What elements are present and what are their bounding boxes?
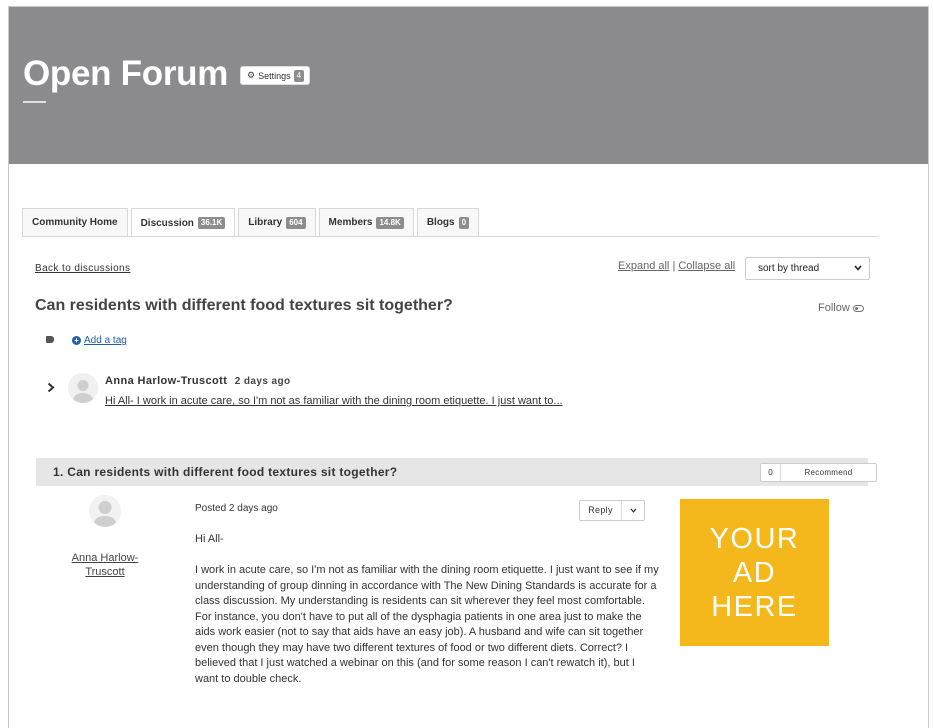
ad-text: YOUR AD HERE	[709, 522, 800, 623]
reply-time: 2 days ago	[234, 376, 291, 387]
avatar	[68, 373, 98, 403]
sort-select[interactable]: sort by thread	[745, 257, 870, 280]
reply-author-name: Anna Harlow-Truscott	[105, 375, 228, 387]
add-tag-link[interactable]: + Add a tag	[72, 335, 127, 346]
collapse-all-link[interactable]: Collapse all	[678, 260, 735, 272]
tab-count-badge: 14.8K	[376, 216, 404, 229]
thread-title: Can residents with different food textur…	[35, 297, 453, 314]
post-greeting: Hi All-	[195, 533, 224, 545]
tab-community-home[interactable]: Community Home	[22, 208, 128, 236]
recommend-button[interactable]: 0 Recommend	[760, 463, 877, 482]
post-header-bar: 1. Can residents with different food tex…	[36, 458, 877, 486]
avatar	[89, 495, 121, 527]
tab-library[interactable]: Library 604	[238, 208, 316, 236]
tab-label: Community Home	[32, 217, 118, 228]
follow-label: Follow	[818, 302, 850, 314]
post-title: 1. Can residents with different food tex…	[53, 465, 398, 479]
page-title: Open Forum	[23, 54, 229, 93]
tab-count-badge: 604	[286, 216, 306, 229]
chevron-down-icon[interactable]	[622, 506, 644, 515]
tab-count-badge: 0	[458, 216, 470, 229]
page-frame: Open Forum ⚙ Settings 4 Community Home D…	[8, 6, 929, 728]
sort-value: sort by thread	[758, 263, 820, 274]
recommend-label: Recommend	[804, 468, 853, 477]
settings-button[interactable]: ⚙ Settings 4	[240, 66, 311, 85]
plus-circle-icon: +	[72, 336, 81, 345]
tab-members[interactable]: Members 14.8K	[318, 208, 414, 236]
posted-time: Posted 2 days ago	[195, 503, 278, 514]
follow-toggle[interactable]: Follow	[818, 302, 864, 314]
reply-button[interactable]: Reply	[579, 500, 645, 521]
tab-label: Discussion	[140, 217, 194, 229]
community-tabs: Community Home Discussion 36.1K Library …	[22, 208, 480, 237]
reply-snippet-link[interactable]: Hi All- I work in acute care, so I'm not…	[105, 395, 563, 407]
reply-label: Reply	[580, 501, 622, 520]
link-separator: |	[672, 260, 676, 272]
tab-count-badge: 36.1K	[197, 217, 226, 229]
tab-label: Members	[328, 217, 373, 228]
back-to-discussions-link[interactable]: Back to discussions	[35, 263, 130, 274]
tag-icon	[46, 336, 54, 343]
recommend-count: 0	[761, 464, 781, 481]
expand-all-link[interactable]: Expand all	[618, 260, 669, 272]
chevron-right-icon[interactable]	[47, 381, 55, 396]
title-underline	[23, 101, 46, 103]
chevron-down-icon	[854, 263, 862, 274]
ad-banner[interactable]: YOUR AD HERE	[680, 499, 829, 646]
header-banner: Open Forum ⚙ Settings 4	[9, 7, 928, 164]
settings-label: Settings	[258, 70, 291, 81]
tab-label: Blogs	[426, 217, 455, 228]
post-author-link[interactable]: Anna Harlow-Truscott	[65, 551, 145, 579]
tabs-divider	[22, 236, 879, 237]
tab-discussion[interactable]: Discussion 36.1K	[130, 208, 236, 237]
settings-count-badge: 4	[293, 69, 305, 82]
toggle-icon	[852, 304, 864, 312]
expand-collapse-controls: Expand all | Collapse all	[618, 260, 735, 272]
reply-author: Anna Harlow-Truscott 2 days ago	[105, 375, 290, 387]
add-tag-label: Add a tag	[84, 335, 127, 346]
tab-blogs[interactable]: Blogs 0	[416, 208, 480, 236]
tab-label: Library	[248, 217, 283, 228]
gear-icon: ⚙	[247, 70, 256, 80]
post-body: I work in acute care, so I'm not as fami…	[195, 564, 659, 685]
